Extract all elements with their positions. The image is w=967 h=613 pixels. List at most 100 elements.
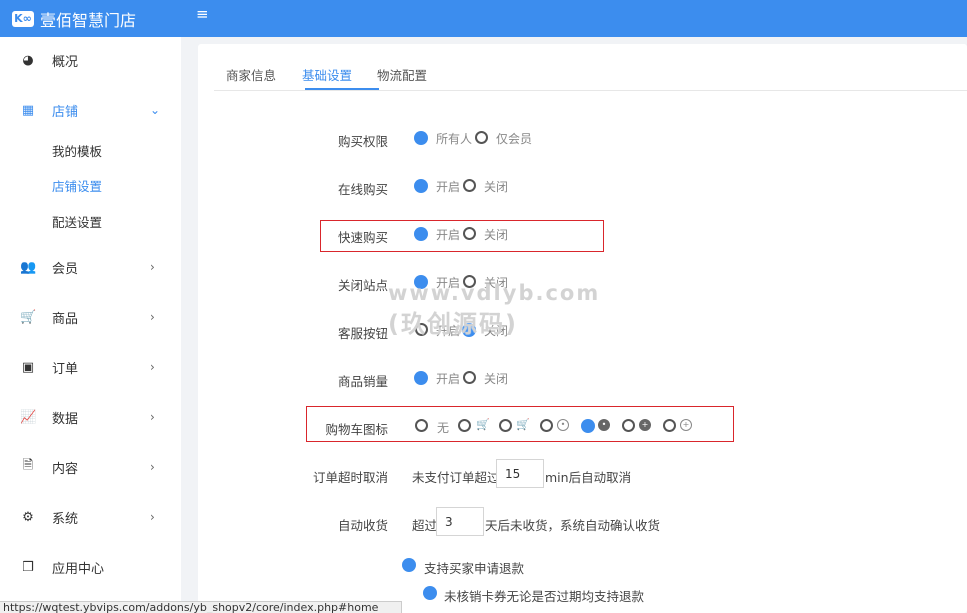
cart-circle-filled-icon: • <box>598 419 610 431</box>
service-button-on-radio[interactable] <box>415 323 428 336</box>
cart-solid-icon: 🛒 <box>516 418 530 431</box>
app-logo[interactable]: K∞ 壹佰智慧门店 <box>0 0 181 37</box>
sidebar-item-label: 商品 <box>52 311 79 327</box>
sidebar-item-label: 系统 <box>52 511 79 527</box>
buy-permission-member-text: 仅会员 <box>496 132 533 146</box>
online-buy-on-radio[interactable] <box>414 179 428 193</box>
chevron-right-icon: › <box>150 510 155 524</box>
online-buy-on-text: 开启 <box>436 180 461 194</box>
buy-permission-label: 购买权限 <box>337 134 388 149</box>
auto-receive-suffix: 天后未收货，系统自动确认收货 <box>485 518 661 533</box>
sidebar-item-label: 数据 <box>52 411 79 427</box>
cart-outline-icon: 🛒 <box>476 418 490 431</box>
browser-status-url: https://wqtest.ybvips.com/addons/yb_shop… <box>0 601 402 613</box>
product-sales-off-radio[interactable] <box>463 371 476 384</box>
quick-buy-off-text: 关闭 <box>484 228 509 242</box>
chevron-right-icon: › <box>150 310 155 324</box>
grid-icon: ▦ <box>21 102 35 118</box>
sidebar-item-store[interactable]: ▦ 店铺 ⌄ <box>0 90 181 130</box>
chevron-right-icon: › <box>150 460 155 474</box>
plus-circle-outline-icon: + <box>680 419 692 431</box>
cart-icon-style4-radio[interactable] <box>581 419 595 433</box>
quick-buy-on-text: 开启 <box>436 228 461 242</box>
gear-icon: ⚙ <box>22 509 34 525</box>
product-sales-on-radio[interactable] <box>414 371 428 385</box>
product-sales-label: 商品销量 <box>337 374 388 389</box>
tab-merchant-info[interactable]: 商家信息 <box>226 65 276 84</box>
close-site-off-text: 关闭 <box>484 276 509 290</box>
money-icon: ▣ <box>21 359 35 375</box>
chevron-right-icon: › <box>150 360 155 374</box>
auto-receive-label: 自动收货 <box>337 518 388 533</box>
quick-buy-on-radio[interactable] <box>414 227 428 241</box>
sidebar-item-label: 店铺 <box>52 104 79 120</box>
tab-bar: 商家信息 基础设置 物流配置 <box>214 44 967 91</box>
service-button-off-radio[interactable] <box>462 323 476 337</box>
refund-voucher-text: 未核销卡券无论是否过期均支持退款 <box>444 589 645 604</box>
refund-allow-checkbox[interactable] <box>402 558 416 572</box>
refund-voucher-checkbox[interactable] <box>423 586 437 600</box>
top-bar: K∞ 壹佰智慧门店 ≡ <box>0 0 967 37</box>
order-timeout-input[interactable]: 15 <box>496 459 544 488</box>
cart-icon-none-text: 无 <box>437 421 450 435</box>
main-panel: 商家信息 基础设置 物流配置 购买权限 所有人 仅会员 在线购买 开启 关闭 快… <box>198 44 967 613</box>
chevron-right-icon: › <box>150 410 155 424</box>
sidebar-item-label: 应用中心 <box>52 561 105 577</box>
sidebar-item-label: 内容 <box>52 461 79 477</box>
sidebar-item-data[interactable]: 📈 数据 › <box>0 397 181 437</box>
buy-permission-member-radio[interactable] <box>475 131 488 144</box>
chart-line-icon: 📈 <box>20 409 37 425</box>
order-timeout-suffix: min后自动取消 <box>545 470 632 485</box>
quick-buy-label: 快速购买 <box>337 230 388 245</box>
product-sales-off-text: 关闭 <box>484 372 509 386</box>
close-site-label: 关闭站点 <box>337 278 388 293</box>
online-buy-label: 在线购买 <box>337 182 388 197</box>
document-icon: 🗎 <box>22 458 34 473</box>
cart-icon-style1-radio[interactable] <box>458 419 471 432</box>
sidebar-item-overview[interactable]: ◕ 概况 <box>0 40 181 80</box>
menu-toggle-icon[interactable]: ≡ <box>196 5 209 23</box>
tab-basic-settings[interactable]: 基础设置 <box>302 65 352 84</box>
cart-icon-style5-radio[interactable] <box>622 419 635 432</box>
sidebar-item-orders[interactable]: ▣ 订单 › <box>0 347 181 387</box>
cart-icon-style3-radio[interactable] <box>540 419 553 432</box>
online-buy-off-radio[interactable] <box>463 179 476 192</box>
cube-icon: ❒ <box>22 559 34 575</box>
order-timeout-label: 订单超时取消 <box>312 470 388 485</box>
service-button-off-text: 关闭 <box>484 324 509 338</box>
sidebar-item-system[interactable]: ⚙ 系统 › <box>0 497 181 537</box>
sidebar-subitem-store-settings[interactable]: 店铺设置 <box>52 176 102 195</box>
cart-icon: 🛒 <box>20 309 37 325</box>
product-sales-on-text: 开启 <box>436 372 461 386</box>
app-name: 壹佰智慧门店 <box>40 10 137 30</box>
cart-icon-style6-radio[interactable] <box>663 419 676 432</box>
chevron-down-icon: ⌄ <box>150 103 161 117</box>
sidebar-item-label: 概况 <box>52 54 79 70</box>
cart-icon-none-radio[interactable] <box>415 419 428 432</box>
buy-permission-all-text: 所有人 <box>436 132 473 146</box>
dashboard-icon: ◕ <box>22 52 34 68</box>
tab-logistics[interactable]: 物流配置 <box>377 65 427 84</box>
cart-icon-label: 购物车图标 <box>325 422 388 437</box>
close-site-on-radio[interactable] <box>414 275 428 289</box>
sidebar-subitem-my-templates[interactable]: 我的模板 <box>52 141 102 160</box>
sidebar-item-label: 会员 <box>52 261 79 277</box>
sidebar-item-content[interactable]: 🗎 内容 › <box>0 447 181 487</box>
close-site-on-text: 开启 <box>436 276 461 290</box>
sidebar: ◕ 概况 ▦ 店铺 ⌄ 我的模板 店铺设置 配送设置 👥 会员 › 🛒 商品 ›… <box>0 37 181 613</box>
users-icon: 👥 <box>20 259 37 275</box>
auto-receive-input[interactable]: 3 <box>436 507 484 536</box>
sidebar-item-app-center[interactable]: ❒ 应用中心 <box>0 547 181 587</box>
logo-icon: K∞ <box>12 10 34 27</box>
chevron-right-icon: › <box>150 260 155 274</box>
cart-icon-style2-radio[interactable] <box>499 419 512 432</box>
buy-permission-all-radio[interactable] <box>414 131 428 145</box>
close-site-off-radio[interactable] <box>463 275 476 288</box>
sidebar-item-members[interactable]: 👥 会员 › <box>0 247 181 287</box>
sidebar-item-products[interactable]: 🛒 商品 › <box>0 297 181 337</box>
service-button-on-text: 开启 <box>436 324 461 338</box>
plus-circle-filled-icon: + <box>639 419 651 431</box>
sidebar-subitem-delivery-settings[interactable]: 配送设置 <box>52 212 102 231</box>
quick-buy-off-radio[interactable] <box>463 227 476 240</box>
refund-allow-text: 支持买家申请退款 <box>424 561 525 576</box>
